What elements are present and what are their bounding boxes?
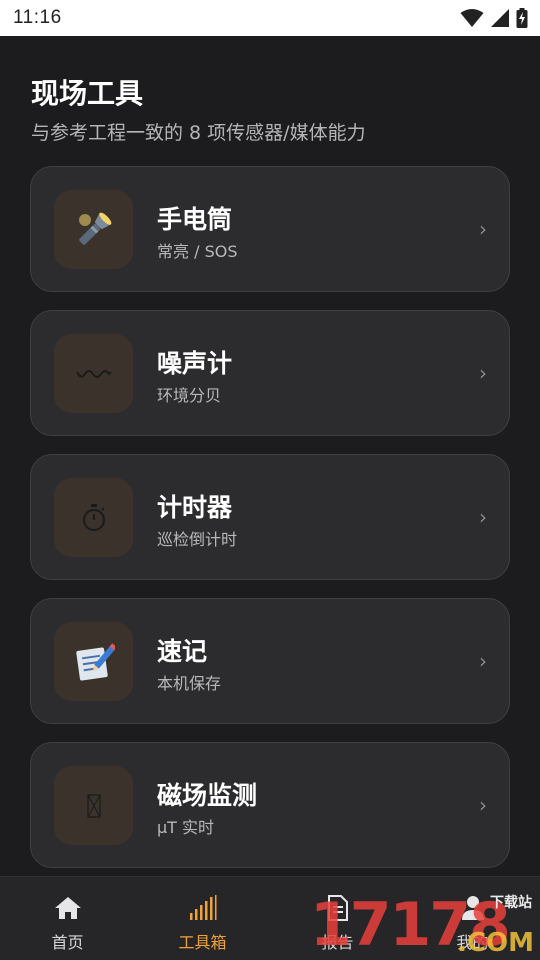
tool-card-magnetic-field[interactable]: 磁场监测 μT 实时 ›	[30, 742, 510, 868]
memo-icon	[75, 642, 115, 681]
tool-card-noise-meter[interactable]: 噪声计 环境分贝 ›	[30, 310, 510, 436]
tool-subtitle: 巡检倒计时	[157, 530, 238, 549]
compass-icon	[86, 793, 101, 818]
nav-item-toolbox[interactable]: 工具箱	[135, 877, 270, 960]
status-icons	[460, 8, 528, 28]
tools-page: 现场工具 与参考工程一致的 8 项传感器/媒体能力 手电筒 常亮 / SOS ›	[0, 36, 540, 876]
tool-subtitle: μT 实时	[157, 818, 215, 837]
nav-item-home[interactable]: 首页	[0, 877, 135, 960]
tool-icon-box	[54, 334, 133, 413]
nav-label: 工具箱	[178, 933, 227, 952]
person-icon	[461, 896, 484, 920]
tool-card-timer[interactable]: 计时器 巡检倒计时 ›	[30, 454, 510, 580]
cell-signal-icon	[491, 9, 509, 27]
chevron-right-icon: ›	[479, 649, 487, 673]
tool-icon-box	[54, 766, 133, 845]
tool-subtitle: 本机保存	[157, 674, 222, 693]
nav-item-report[interactable]: 报告	[270, 877, 405, 960]
stopwatch-icon	[82, 503, 105, 531]
tool-icon-box	[54, 478, 133, 557]
chevron-right-icon: ›	[479, 217, 487, 241]
flashlight-icon	[78, 212, 111, 245]
tool-title: 速记	[157, 637, 208, 666]
status-time: 11:16	[13, 7, 62, 28]
chevron-right-icon: ›	[479, 505, 487, 529]
tool-title: 噪声计	[157, 349, 233, 378]
nav-item-profile[interactable]: 我的	[405, 877, 540, 960]
nav-label: 首页	[51, 933, 84, 952]
signal-bars-icon	[189, 895, 216, 920]
document-icon	[327, 895, 348, 921]
nav-label: 报告	[321, 933, 354, 952]
tool-card-memo[interactable]: 速记 本机保存 ›	[30, 598, 510, 724]
status-bar: 11:16	[0, 0, 540, 36]
tool-subtitle: 常亮 / SOS	[157, 242, 238, 261]
chevron-right-icon: ›	[479, 361, 487, 385]
home-icon	[54, 897, 81, 919]
page-title: 现场工具	[31, 77, 144, 110]
tool-subtitle: 环境分贝	[157, 386, 222, 405]
tool-title: 手电筒	[157, 205, 233, 234]
page-subtitle: 与参考工程一致的 8 项传感器/媒体能力	[31, 122, 366, 144]
wave-icon	[75, 369, 112, 378]
battery-charging-icon	[516, 8, 528, 28]
bottom-nav: 首页 工具箱 报告 我的	[0, 876, 540, 960]
tool-card-flashlight[interactable]: 手电筒 常亮 / SOS ›	[30, 166, 510, 292]
nav-label: 我的	[456, 933, 489, 952]
chevron-right-icon: ›	[479, 793, 487, 817]
tool-icon-box	[54, 622, 133, 701]
tool-title: 计时器	[157, 493, 233, 522]
tool-title: 磁场监测	[157, 781, 258, 810]
tool-icon-box	[54, 190, 133, 269]
wifi-icon	[460, 9, 484, 27]
